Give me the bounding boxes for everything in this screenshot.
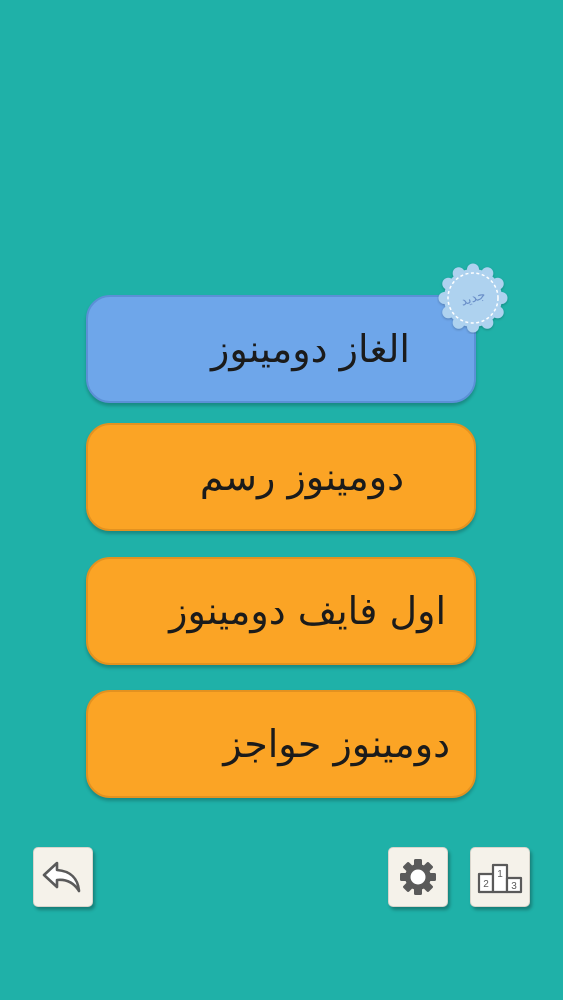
all-fives-dominoes-label: اول فايف دومينوز [169,589,446,633]
puzzles-dominoes-button[interactable]: الغاز دومينوز [86,295,476,403]
all-fives-dominoes-button[interactable]: اول فايف دومينوز [86,557,476,665]
podium-third-number: 3 [511,881,517,892]
draw-dominoes-button[interactable]: دومينوز رسم [86,423,476,531]
leaderboard-button[interactable]: 2 1 3 [470,847,530,907]
back-arrow-icon [42,861,81,893]
back-button[interactable] [33,847,93,907]
barrier-dominoes-label: دومينوز حواجز [223,722,450,766]
settings-button[interactable] [388,847,448,907]
puzzles-dominoes-label: الغاز دومينوز [210,327,410,371]
podium-icon: 2 1 3 [477,863,523,894]
draw-dominoes-label: دومينوز رسم [199,455,404,499]
new-badge: جديد [437,262,509,334]
gear-icon [400,859,436,895]
podium-first-number: 1 [497,869,503,880]
barrier-dominoes-button[interactable]: دومينوز حواجز [86,690,476,798]
podium-second-number: 2 [483,879,489,890]
